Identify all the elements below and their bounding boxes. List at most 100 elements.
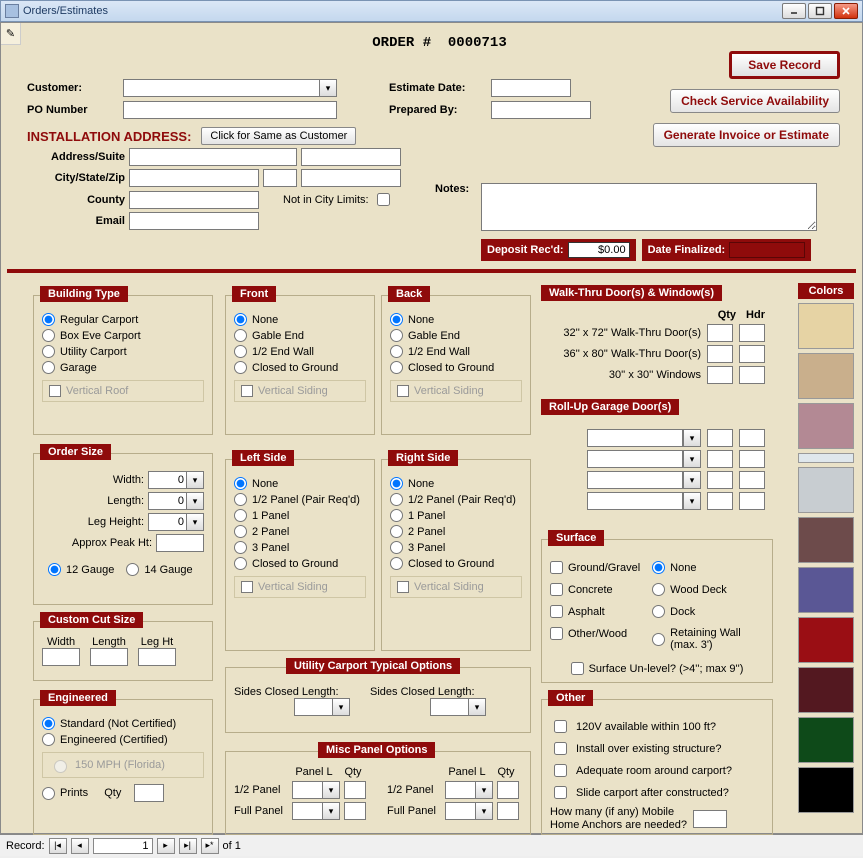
color-swatch-4[interactable] [798, 453, 854, 463]
other-slide-check[interactable] [554, 786, 567, 799]
wt1-qty[interactable] [707, 324, 733, 342]
wt2-hdr[interactable] [739, 345, 765, 363]
surf-concrete-check[interactable] [550, 583, 563, 596]
record-selector-icon[interactable]: ✎ [1, 23, 21, 45]
width-input[interactable] [148, 471, 186, 489]
rec-first-button[interactable]: |◂ [49, 838, 67, 854]
front-none-radio[interactable] [234, 313, 247, 326]
misc-r-full-qty[interactable] [497, 802, 519, 820]
back-none-radio[interactable] [390, 313, 403, 326]
left-2p-radio[interactable] [234, 525, 247, 538]
surf-retain-radio[interactable] [652, 633, 665, 646]
util-left-input[interactable] [294, 698, 332, 716]
minimize-button[interactable] [782, 3, 806, 19]
rec-next-button[interactable]: ▸ [157, 838, 175, 854]
misc-l-full-qty[interactable] [344, 802, 366, 820]
misc-r-full-drop-icon[interactable] [475, 802, 493, 820]
right-1p-radio[interactable] [390, 509, 403, 522]
email-input[interactable] [129, 212, 259, 230]
finalized-input[interactable] [729, 242, 805, 258]
roll4-a[interactable] [707, 492, 733, 510]
zip-input[interactable] [301, 169, 401, 187]
surf-other-check[interactable] [550, 627, 563, 640]
not-city-limits-check[interactable] [377, 193, 390, 206]
maximize-button[interactable] [808, 3, 832, 19]
front-vs-check[interactable] [241, 385, 253, 397]
misc-r-half-drop-icon[interactable] [475, 781, 493, 799]
prints-qty-input[interactable] [134, 784, 164, 802]
left-half-radio[interactable] [234, 493, 247, 506]
customer-input[interactable] [123, 79, 319, 97]
left-closed-radio[interactable] [234, 557, 247, 570]
cc-leg-input[interactable] [138, 648, 176, 666]
roll4-drop-icon[interactable] [683, 492, 701, 510]
rec-last-button[interactable]: ▸| [179, 838, 197, 854]
right-3p-radio[interactable] [390, 541, 403, 554]
roll4-combo[interactable] [587, 492, 683, 510]
color-swatch-11[interactable] [798, 767, 854, 813]
misc-r-full-len[interactable] [445, 802, 475, 820]
rec-current-input[interactable] [93, 838, 153, 854]
surf-wood-radio[interactable] [652, 583, 665, 596]
bt-boxeve-radio[interactable] [42, 329, 55, 342]
address-input[interactable] [129, 148, 297, 166]
length-drop-icon[interactable] [186, 492, 204, 510]
right-vs-check[interactable] [397, 581, 409, 593]
peak-input[interactable] [156, 534, 204, 552]
misc-r-half-len[interactable] [445, 781, 475, 799]
roll4-b[interactable] [739, 492, 765, 510]
color-swatch-6[interactable] [798, 517, 854, 563]
po-input[interactable] [123, 101, 337, 119]
roll2-combo[interactable] [587, 450, 683, 468]
eng-std-radio[interactable] [42, 717, 55, 730]
roll1-drop-icon[interactable] [683, 429, 701, 447]
left-vs-check[interactable] [241, 581, 253, 593]
bt-utility-radio[interactable] [42, 345, 55, 358]
cc-width-input[interactable] [42, 648, 80, 666]
notes-input[interactable] [481, 183, 817, 231]
estimate-date-input[interactable] [491, 79, 571, 97]
color-swatch-2[interactable] [798, 353, 854, 399]
save-record-button[interactable]: Save Record [729, 51, 840, 79]
customer-drop-icon[interactable] [319, 79, 337, 97]
wt3-hdr[interactable] [739, 366, 765, 384]
left-3p-radio[interactable] [234, 541, 247, 554]
util-left-drop-icon[interactable] [332, 698, 350, 716]
eng-cert-radio[interactable] [42, 733, 55, 746]
color-swatch-7[interactable] [798, 567, 854, 613]
close-button[interactable] [834, 3, 858, 19]
back-closed-radio[interactable] [390, 361, 403, 374]
roll1-b[interactable] [739, 429, 765, 447]
color-swatch-9[interactable] [798, 667, 854, 713]
roll3-b[interactable] [739, 471, 765, 489]
cc-length-input[interactable] [90, 648, 128, 666]
prepared-by-input[interactable] [491, 101, 591, 119]
color-swatch-1[interactable] [798, 303, 854, 349]
roll1-combo[interactable] [587, 429, 683, 447]
generate-invoice-button[interactable]: Generate Invoice or Estimate [653, 123, 840, 147]
front-closed-radio[interactable] [234, 361, 247, 374]
gauge12-radio[interactable] [48, 563, 61, 576]
color-swatch-5[interactable] [798, 467, 854, 513]
width-drop-icon[interactable] [186, 471, 204, 489]
left-1p-radio[interactable] [234, 509, 247, 522]
surf-dock-radio[interactable] [652, 605, 665, 618]
util-right-input[interactable] [430, 698, 468, 716]
surf-none-radio[interactable] [652, 561, 665, 574]
leg-input[interactable] [148, 513, 186, 531]
vertical-roof-check[interactable] [49, 385, 61, 397]
bt-regular-radio[interactable] [42, 313, 55, 326]
right-none-radio[interactable] [390, 477, 403, 490]
wt3-qty[interactable] [707, 366, 733, 384]
check-service-button[interactable]: Check Service Availability [670, 89, 840, 113]
back-gable-radio[interactable] [390, 329, 403, 342]
misc-l-half-qty[interactable] [344, 781, 366, 799]
gauge14-radio[interactable] [126, 563, 139, 576]
rec-new-button[interactable]: ▸* [201, 838, 219, 854]
back-half-radio[interactable] [390, 345, 403, 358]
customer-combo[interactable] [123, 79, 337, 97]
roll2-drop-icon[interactable] [683, 450, 701, 468]
rec-prev-button[interactable]: ◂ [71, 838, 89, 854]
other-120v-check[interactable] [554, 720, 567, 733]
wt1-hdr[interactable] [739, 324, 765, 342]
